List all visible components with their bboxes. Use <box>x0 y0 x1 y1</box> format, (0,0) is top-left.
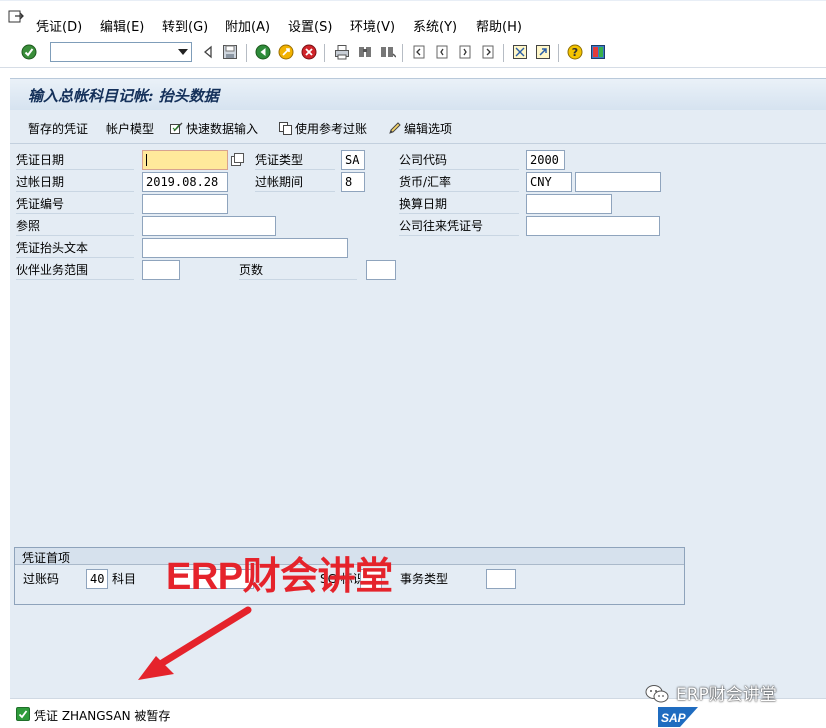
last-page-icon[interactable] <box>479 43 497 61</box>
create-session-icon[interactable] <box>511 43 529 61</box>
status-message[interactable]: 凭证 ZHANGSAN 被暂存 <box>34 707 170 724</box>
green-back-icon[interactable] <box>254 43 272 61</box>
posting-date-label: 过帐日期 <box>16 172 134 192</box>
red-arrow-annotation <box>138 606 252 680</box>
pages-field[interactable] <box>366 260 396 280</box>
wechat-icon <box>645 685 669 703</box>
previous-page-icon[interactable] <box>433 43 451 61</box>
customize-layout-icon[interactable] <box>589 43 607 61</box>
shortcut-icon[interactable] <box>534 43 552 61</box>
exit-icon[interactable] <box>277 43 295 61</box>
fast-entry-label: 快速数据输入 <box>186 122 259 136</box>
translation-date-label: 换算日期 <box>399 194 519 214</box>
doc-type-label: 凭证类型 <box>255 150 335 170</box>
transaction-type-label: 事务类型 <box>400 572 449 586</box>
success-check-icon <box>16 707 30 721</box>
currency-label: 货币/汇率 <box>399 172 519 192</box>
period-label: 过帐期间 <box>255 172 335 192</box>
group-title: 凭证首项 <box>22 551 71 565</box>
value-help-icon[interactable] <box>229 152 245 168</box>
screen-title-bar: 输入总帐科目记帐: 抬头数据 <box>10 78 826 110</box>
find-next-icon[interactable] <box>379 43 397 61</box>
menu-edit[interactable]: 编辑(E) <box>100 16 144 35</box>
save-icon[interactable] <box>221 43 239 61</box>
enter-icon[interactable] <box>20 43 38 61</box>
doc-number-label: 凭证编号 <box>16 194 134 214</box>
posting-key-label: 过账码 <box>23 572 60 586</box>
back-icon[interactable] <box>199 43 217 61</box>
transaction-type-field[interactable] <box>486 569 516 589</box>
sap-logo: SAP <box>658 707 698 727</box>
standard-toolbar: ? <box>0 38 826 68</box>
fast-entry-icon <box>170 122 183 134</box>
pages-label: 页数 <box>239 260 357 280</box>
header-text-label: 凭证抬头文本 <box>16 238 134 258</box>
editing-options-label: 编辑选项 <box>404 122 453 136</box>
partner-business-area-field[interactable] <box>142 260 180 280</box>
sap-logo-text: SAP <box>661 711 687 725</box>
find-icon[interactable] <box>356 43 374 61</box>
fast-entry-button[interactable]: 快速数据输入 <box>170 120 258 137</box>
exchange-rate-field[interactable] <box>575 172 661 192</box>
header-text-field[interactable] <box>142 238 348 258</box>
wechat-watermark: ERP财会讲堂 <box>644 680 777 705</box>
print-icon[interactable] <box>333 43 351 61</box>
translation-date-field[interactable] <box>526 194 612 214</box>
cancel-icon[interactable] <box>300 43 318 61</box>
doc-date-field[interactable] <box>142 150 228 170</box>
watermark-title: ERP财会讲堂 <box>166 556 393 598</box>
period-field[interactable]: 8 <box>341 172 365 192</box>
posting-key-field[interactable]: 40 <box>86 569 108 589</box>
menu-system[interactable]: 系统(Y) <box>413 16 457 35</box>
copy-document-icon <box>279 122 292 135</box>
post-with-reference-button[interactable]: 使用参考过账 <box>279 120 367 137</box>
chevron-down-icon[interactable] <box>178 49 188 55</box>
command-field[interactable] <box>50 42 192 62</box>
system-menu-icon[interactable] <box>8 10 24 24</box>
toolbar-spacer <box>0 68 826 78</box>
pencil-icon <box>389 122 401 134</box>
intercompany-label: 公司往来凭证号 <box>399 216 519 236</box>
parked-document-button[interactable]: 暂存的凭证 <box>28 120 88 137</box>
currency-field[interactable]: CNY <box>526 172 572 192</box>
menu-help[interactable]: 帮助(H) <box>476 16 522 35</box>
post-with-reference-label: 使用参考过账 <box>295 122 368 136</box>
first-page-icon[interactable] <box>410 43 428 61</box>
reference-label: 参照 <box>16 216 134 236</box>
account-label: 科目 <box>112 572 137 586</box>
posting-date-field[interactable]: 2019.08.28 <box>142 172 228 192</box>
intercompany-field[interactable] <box>526 216 660 236</box>
menu-goto[interactable]: 转到(G) <box>162 16 208 35</box>
partner-business-area-label: 伙伴业务范围 <box>16 260 134 280</box>
help-icon[interactable]: ? <box>566 43 584 61</box>
menu-settings[interactable]: 设置(S) <box>288 16 332 35</box>
svg-text:?: ? <box>572 46 578 59</box>
application-toolbar: 暂存的凭证 帐户模型 快速数据输入 使用参考过账 编辑选项 <box>10 110 826 144</box>
doc-number-field[interactable] <box>142 194 228 214</box>
doc-date-label: 凭证日期 <box>16 150 134 170</box>
menu-environment[interactable]: 环境(V) <box>350 16 395 35</box>
next-page-icon[interactable] <box>456 43 474 61</box>
menu-extras[interactable]: 附加(A) <box>225 16 270 35</box>
editing-options-button[interactable]: 编辑选项 <box>388 120 452 137</box>
account-model-button[interactable]: 帐户模型 <box>106 120 154 137</box>
doc-type-field[interactable]: SA <box>341 150 365 170</box>
company-code-field[interactable]: 2000 <box>526 150 565 170</box>
menu-document[interactable]: 凭证(D) <box>36 16 82 35</box>
menu-bar: 凭证(D) 编辑(E) 转到(G) 附加(A) 设置(S) 环境(V) 系统(Y… <box>0 0 826 38</box>
watermark-label: ERP财会讲堂 <box>676 685 777 705</box>
company-code-label: 公司代码 <box>399 150 519 170</box>
reference-field[interactable] <box>142 216 276 236</box>
page-title: 输入总帐科目记帐: 抬头数据 <box>28 87 219 105</box>
